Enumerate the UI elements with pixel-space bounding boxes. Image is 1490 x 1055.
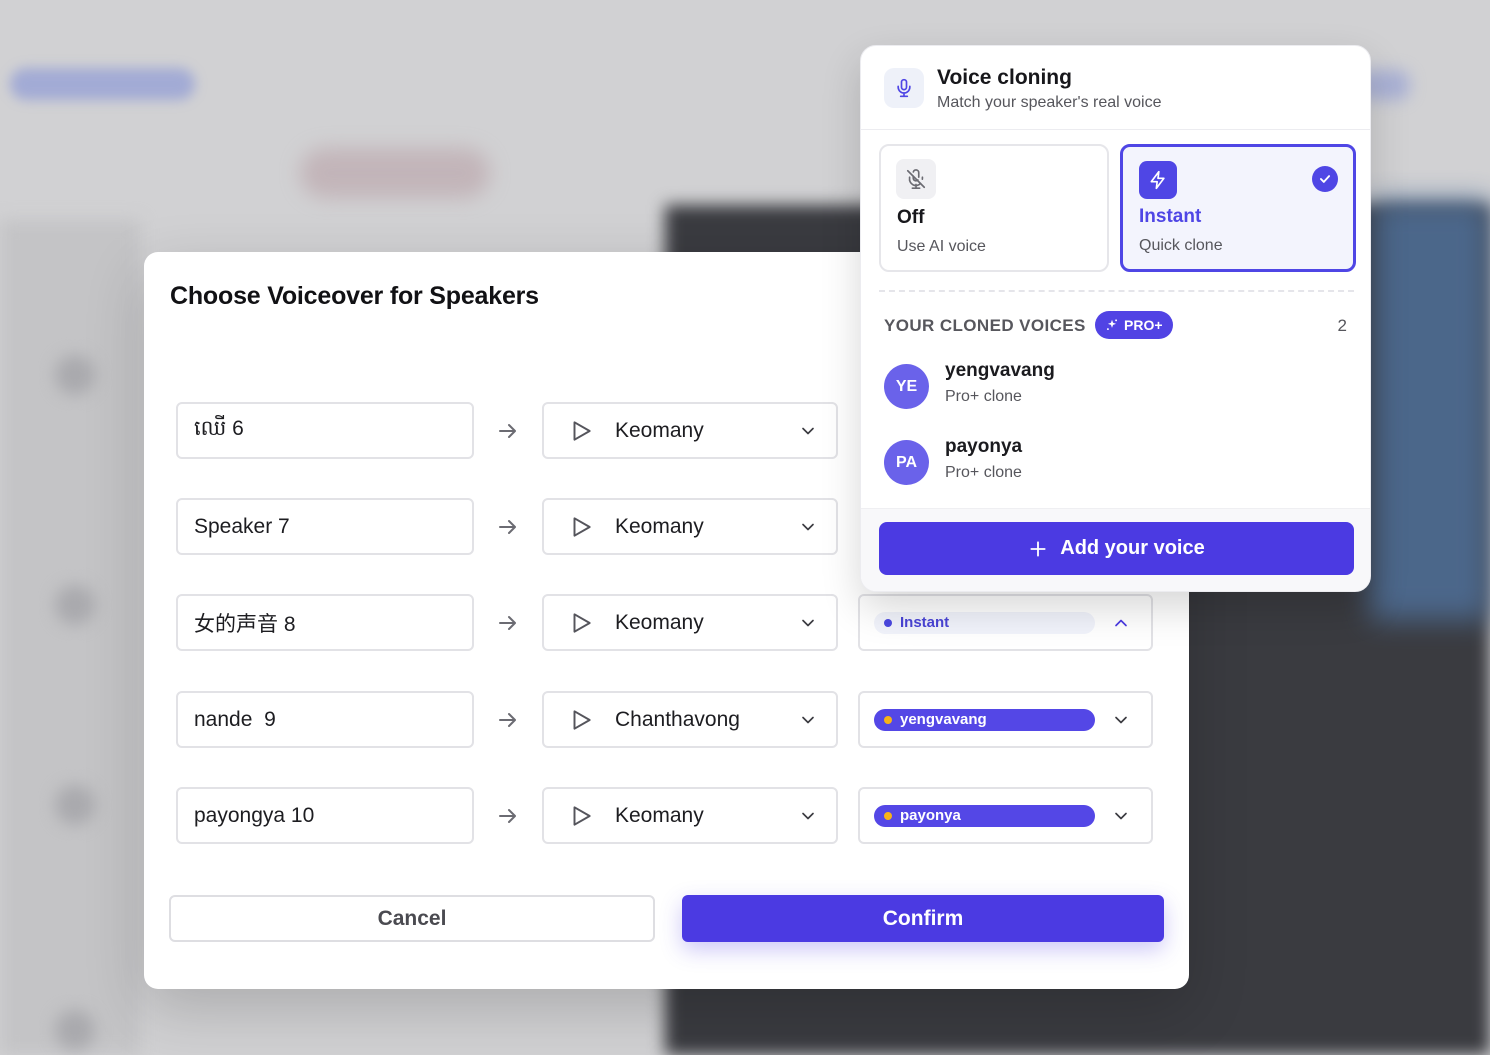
clone-badge: yengvavang bbox=[874, 708, 1095, 731]
popover-header: Voice cloning Match your speaker's real … bbox=[861, 46, 1370, 130]
clone-select[interactable]: yengvavang bbox=[858, 691, 1153, 748]
sparkle-icon bbox=[1106, 319, 1118, 331]
mic-off-icon bbox=[896, 159, 936, 199]
background-avatar bbox=[55, 1010, 95, 1050]
lightning-icon bbox=[1139, 161, 1177, 199]
option-instant-title: Instant bbox=[1139, 206, 1202, 227]
speaker-name-field[interactable]: ឈើ 6 bbox=[176, 402, 474, 459]
voice-select[interactable]: Keomany bbox=[542, 594, 838, 651]
check-icon bbox=[1312, 166, 1338, 192]
cloned-voice-type: Pro+ clone bbox=[945, 464, 1022, 481]
background-logo bbox=[300, 148, 490, 198]
voice-name: Keomany bbox=[615, 610, 704, 634]
background-avatar bbox=[55, 585, 95, 625]
play-icon[interactable] bbox=[568, 418, 594, 444]
voice-cloning-popover: Voice cloning Match your speaker's real … bbox=[860, 45, 1371, 592]
confirm-button[interactable]: Confirm bbox=[682, 895, 1164, 942]
dialog-title: Choose Voiceover for Speakers bbox=[170, 282, 539, 310]
speaker-row: payongya 10 Keomany payonya bbox=[144, 787, 1189, 845]
voice-name: Chanthavong bbox=[615, 707, 740, 731]
add-voice-label: Add your voice bbox=[1060, 537, 1205, 559]
status-dot bbox=[884, 715, 892, 724]
cloned-voice-item[interactable]: YE yengvavang Pro+ clone bbox=[861, 360, 1370, 424]
cloned-voice-name: payonya bbox=[945, 436, 1023, 457]
microphone-icon bbox=[884, 68, 924, 108]
option-off-description: Use AI voice bbox=[897, 238, 986, 255]
background-video-frame bbox=[1370, 200, 1490, 620]
speaker-name-field[interactable]: 女的声音 8 bbox=[176, 594, 474, 651]
arrow-right-icon bbox=[499, 616, 516, 630]
background-sidebar bbox=[0, 220, 140, 1055]
divider bbox=[879, 290, 1354, 292]
speaker-name: nande 9 bbox=[194, 707, 276, 731]
play-icon[interactable] bbox=[568, 803, 594, 829]
cloned-voice-item[interactable]: PA payonya Pro+ clone bbox=[861, 436, 1370, 500]
chevron-down-icon bbox=[802, 812, 814, 819]
speaker-name: Speaker 7 bbox=[194, 514, 290, 538]
arrow-right-icon bbox=[499, 424, 516, 438]
speaker-name-field[interactable]: payongya 10 bbox=[176, 787, 474, 844]
cloned-voices-heading: YOUR CLONED VOICES bbox=[884, 316, 1086, 335]
voice-select[interactable]: Keomany bbox=[542, 787, 838, 844]
cloned-voice-type: Pro+ clone bbox=[945, 388, 1022, 405]
clone-select[interactable]: Instant bbox=[858, 594, 1153, 651]
chevron-down-icon bbox=[1115, 812, 1127, 819]
voice-name: Keomany bbox=[615, 803, 704, 827]
cloned-voice-name: yengvavang bbox=[945, 360, 1055, 381]
chevron-down-icon bbox=[802, 619, 814, 626]
voice-select[interactable]: Keomany bbox=[542, 402, 838, 459]
background-avatar bbox=[55, 355, 95, 395]
background-avatar bbox=[55, 785, 95, 825]
speaker-row: 女的声音 8 Keomany Instant bbox=[144, 594, 1189, 652]
arrow-right-icon bbox=[499, 520, 516, 534]
avatar: YE bbox=[884, 364, 929, 409]
clone-badge: Instant bbox=[874, 611, 1095, 634]
speaker-name: 女的声音 8 bbox=[194, 612, 296, 636]
chevron-up-icon bbox=[1115, 619, 1127, 626]
pro-badge: PRO+ bbox=[1095, 311, 1173, 339]
chevron-down-icon bbox=[802, 716, 814, 723]
voice-count: 2 bbox=[1337, 316, 1347, 335]
speaker-name: payongya 10 bbox=[194, 803, 315, 827]
play-icon[interactable] bbox=[568, 707, 594, 733]
clone-badge: payonya bbox=[874, 804, 1095, 827]
popover-title: Voice cloning bbox=[937, 66, 1072, 89]
background-button bbox=[10, 68, 195, 100]
plus-icon bbox=[1030, 540, 1046, 557]
speaker-name-field[interactable]: nande 9 bbox=[176, 691, 474, 748]
speaker-name: ឈើ 6 bbox=[194, 417, 244, 440]
clone-label: yengvavang bbox=[900, 711, 987, 728]
chevron-down-icon bbox=[1115, 716, 1127, 723]
popover-subtitle: Match your speaker's real voice bbox=[937, 94, 1162, 111]
status-dot bbox=[884, 811, 892, 820]
voice-name: Keomany bbox=[615, 514, 704, 538]
chevron-down-icon bbox=[802, 427, 814, 434]
voice-name: Keomany bbox=[615, 418, 704, 442]
play-icon[interactable] bbox=[568, 610, 594, 636]
pro-badge-label: PRO+ bbox=[1124, 317, 1163, 333]
voice-select[interactable]: Keomany bbox=[542, 498, 838, 555]
option-off-card[interactable]: Off Use AI voice bbox=[879, 144, 1109, 272]
arrow-right-icon bbox=[499, 809, 516, 823]
clone-label: payonya bbox=[900, 807, 961, 824]
option-instant-description: Quick clone bbox=[1139, 237, 1223, 254]
clone-label: Instant bbox=[900, 614, 950, 631]
play-icon[interactable] bbox=[568, 514, 594, 540]
chevron-down-icon bbox=[802, 523, 814, 530]
clone-select[interactable]: payonya bbox=[858, 787, 1153, 844]
speaker-name-field[interactable]: Speaker 7 bbox=[176, 498, 474, 555]
option-off-title: Off bbox=[897, 207, 925, 228]
voice-select[interactable]: Chanthavong bbox=[542, 691, 838, 748]
cancel-button[interactable]: Cancel bbox=[169, 895, 655, 942]
arrow-right-icon bbox=[499, 713, 516, 727]
avatar: PA bbox=[884, 440, 929, 485]
add-voice-button[interactable]: Add your voice bbox=[879, 522, 1354, 575]
status-dot bbox=[884, 618, 892, 627]
option-instant-card[interactable]: Instant Quick clone bbox=[1120, 144, 1356, 272]
speaker-row: nande 9 Chanthavong yengvavang bbox=[144, 691, 1189, 749]
